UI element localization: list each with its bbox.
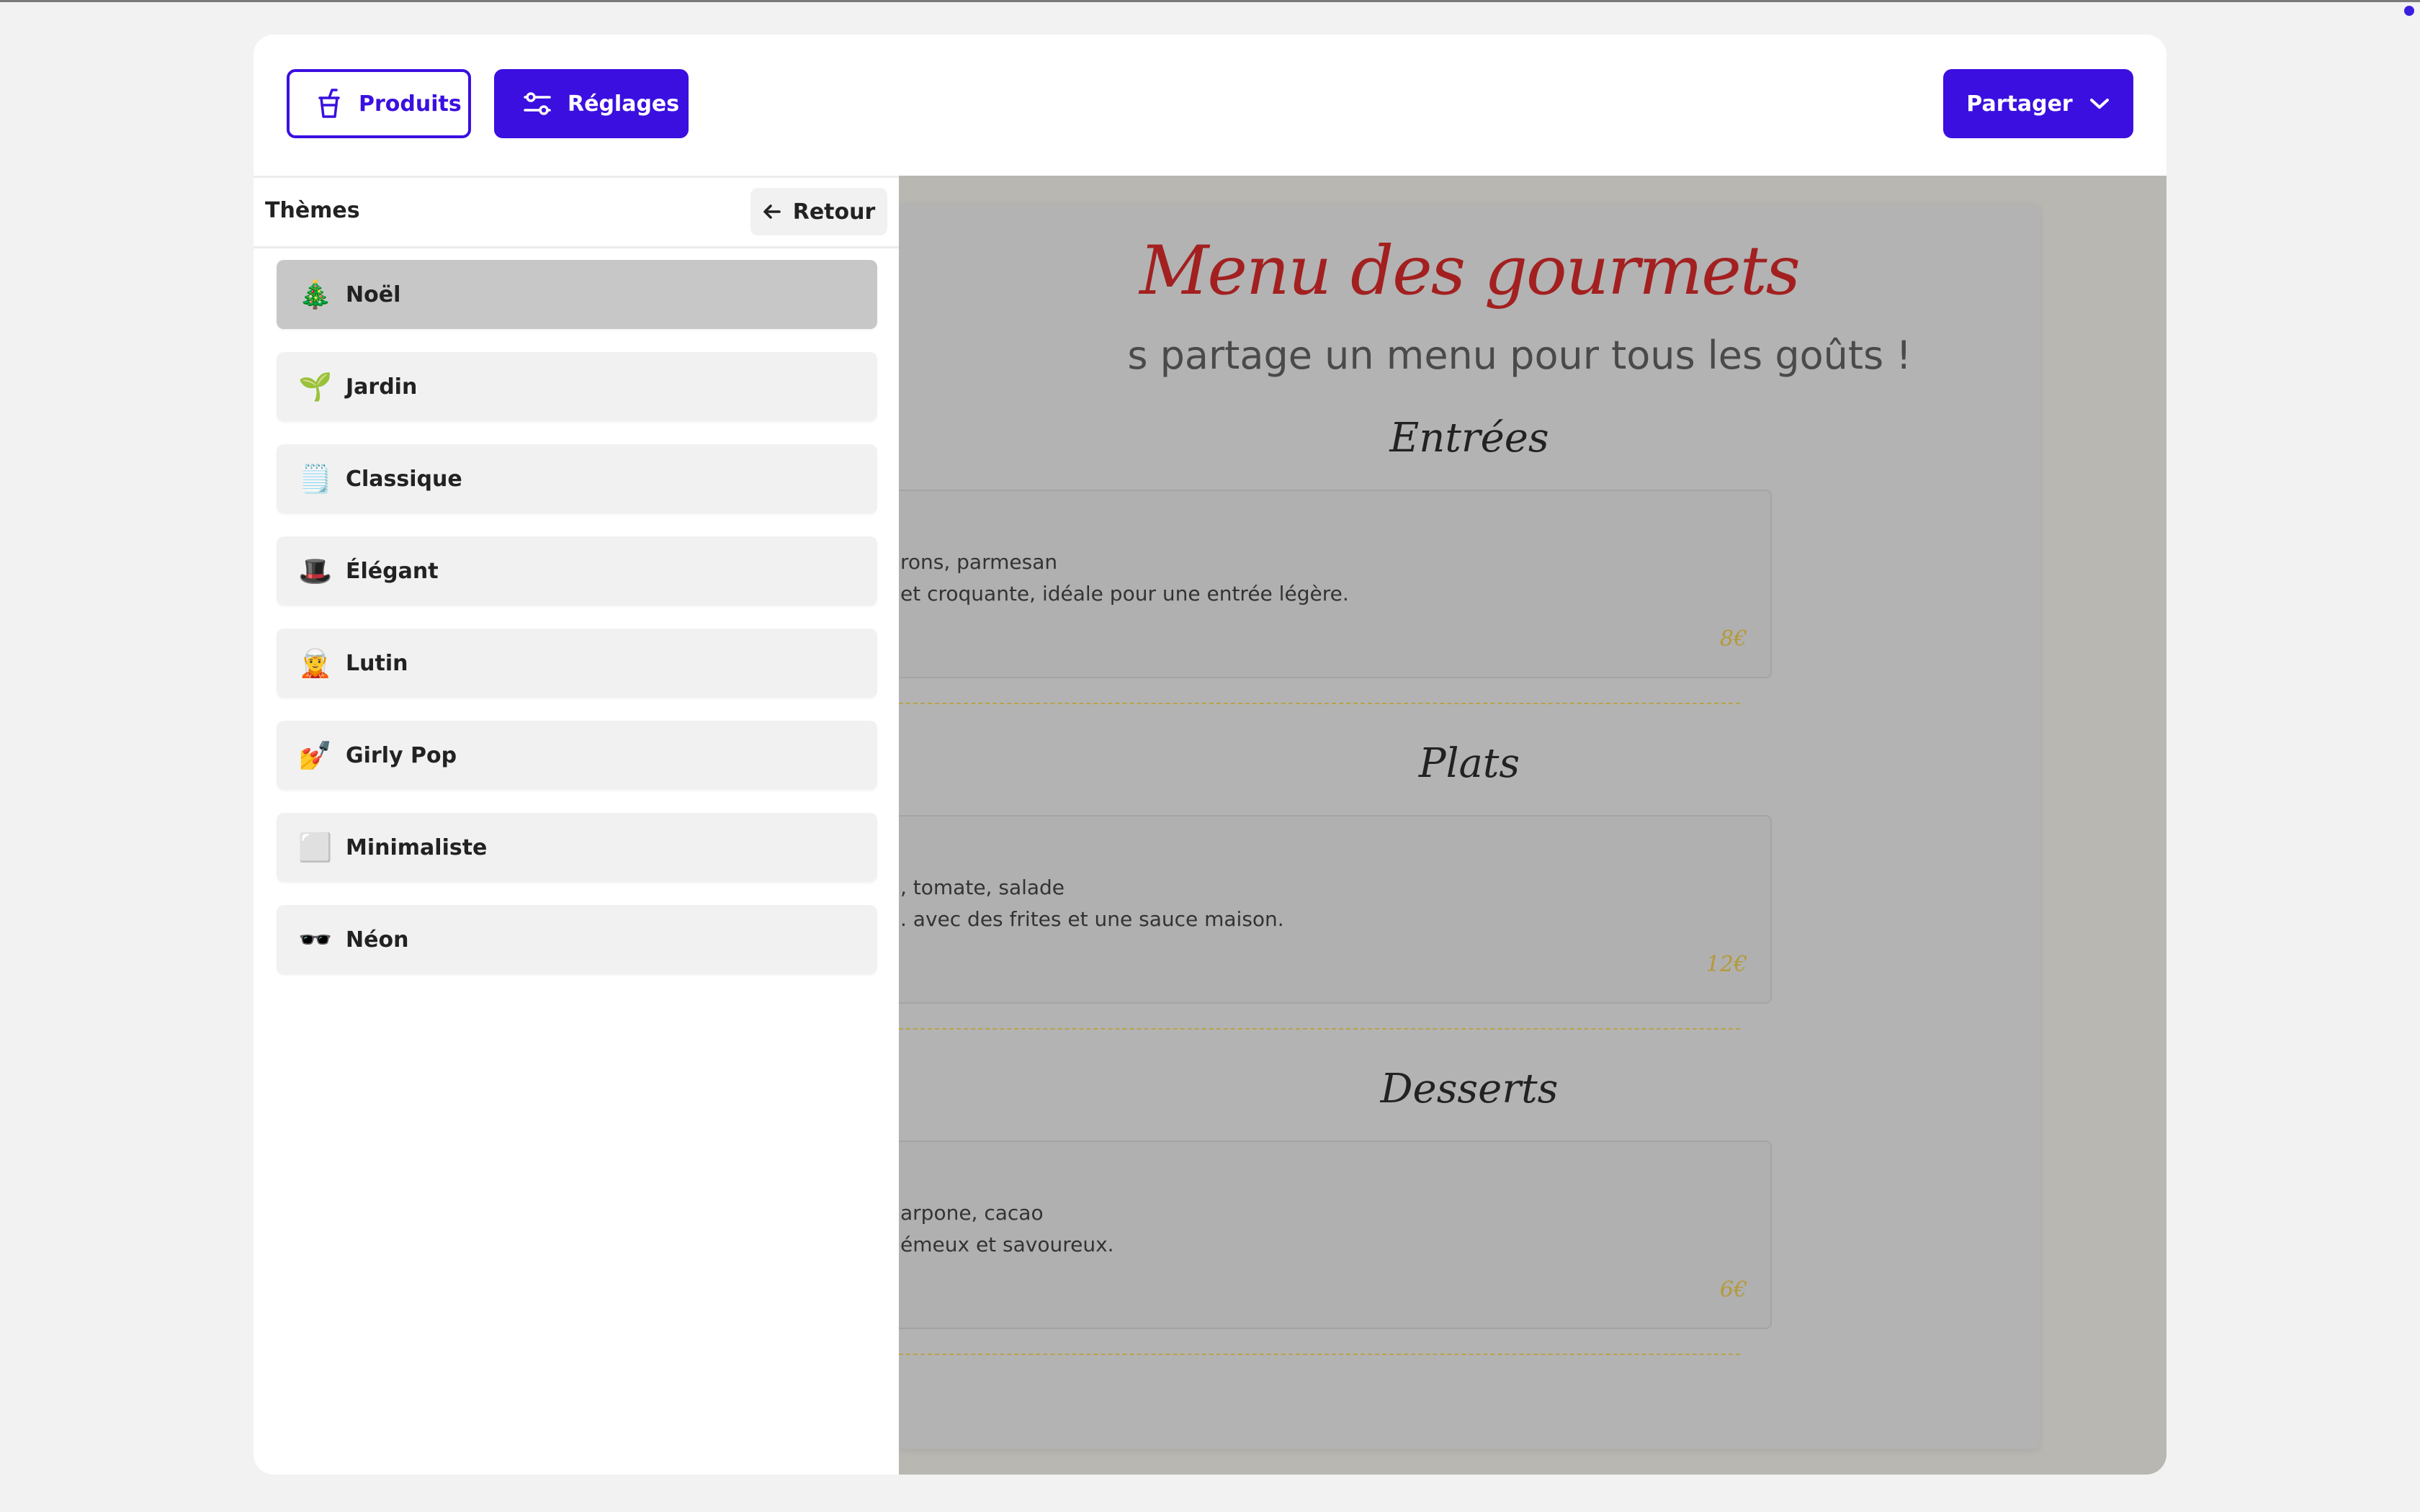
menu-item-ingredients: rons, parmesan	[900, 550, 1058, 574]
menu-item-card[interactable]: , tomate, salade . avec des frites et un…	[899, 815, 1772, 1004]
menu-item-price: 12€	[1706, 952, 1747, 977]
theme-item-minimaliste[interactable]: ⬜ Minimaliste	[277, 813, 877, 882]
themes-panel-header: Thèmes Retour	[254, 178, 899, 248]
theme-item-girly-pop[interactable]: 💅 Girly Pop	[277, 721, 877, 790]
theme-item-neon[interactable]: 🕶️ Néon	[277, 905, 877, 974]
top-hat-icon: 🎩	[298, 554, 333, 587]
sunglasses-icon: 🕶️	[298, 923, 333, 955]
arrow-left-icon	[763, 204, 781, 219]
elf-icon: 🧝	[298, 647, 333, 679]
menu-item-ingredients: arpone, cacao	[900, 1201, 1044, 1225]
back-button-label: Retour	[792, 199, 876, 225]
theme-label: Noël	[346, 282, 401, 307]
menu-sheet: Menu des gourmets s partage un menu pour…	[899, 204, 2040, 1449]
menu-item-description: et croquante, idéale pour une entrée lég…	[900, 582, 1349, 606]
menu-preview: Menu des gourmets s partage un menu pour…	[899, 176, 2166, 1475]
settings-button-label: Réglages	[568, 91, 680, 117]
themes-panel-title: Thèmes	[265, 198, 360, 223]
theme-label: Élégant	[346, 558, 439, 584]
menu-title: Menu des gourmets	[1139, 232, 1801, 310]
cup-icon	[318, 89, 340, 118]
section-title-desserts: Desserts	[1380, 1066, 1559, 1112]
theme-label: Lutin	[346, 650, 408, 676]
menu-item-description: émeux et savoureux.	[900, 1233, 1114, 1256]
editor-window: Produits Réglages Partager Menu des gour…	[254, 35, 2166, 1475]
menu-subtitle: s partage un menu pour tous les goûts !	[1127, 333, 1912, 378]
theme-item-classique[interactable]: 🗒️ Classique	[277, 444, 877, 513]
theme-item-lutin[interactable]: 🧝 Lutin	[277, 629, 877, 698]
theme-label: Classique	[346, 466, 462, 492]
section-divider	[899, 703, 1740, 704]
seedling-icon: 🌱	[298, 370, 333, 402]
menu-item-price: 8€	[1719, 626, 1747, 652]
themes-panel: Thèmes Retour 🎄 Noël 🌱 Jardin 🗒️ Classiq…	[254, 176, 899, 1475]
back-button[interactable]: Retour	[750, 188, 887, 235]
share-button-label: Partager	[1966, 91, 2073, 117]
notepad-icon: 🗒️	[298, 462, 333, 495]
menu-item-card[interactable]: rons, parmesan et croquante, idéale pour…	[899, 490, 1772, 678]
section-title-entrees: Entrées	[1389, 415, 1549, 462]
nail-polish-icon: 💅	[298, 739, 333, 771]
products-button[interactable]: Produits	[287, 69, 471, 138]
settings-button[interactable]: Réglages	[494, 69, 689, 138]
section-divider	[899, 1354, 1740, 1355]
status-dot	[2404, 6, 2414, 16]
chevron-down-icon	[2089, 99, 2109, 109]
share-button[interactable]: Partager	[1943, 69, 2133, 138]
theme-item-elegant[interactable]: 🎩 Élégant	[277, 536, 877, 606]
section-title-plats: Plats	[1418, 740, 1520, 787]
menu-item-ingredients: , tomate, salade	[900, 876, 1065, 899]
christmas-tree-icon: 🎄	[298, 278, 333, 310]
theme-label: Jardin	[346, 374, 418, 400]
theme-item-jardin[interactable]: 🌱 Jardin	[277, 352, 877, 421]
section-divider	[899, 1028, 1740, 1030]
theme-label: Minimaliste	[346, 834, 488, 860]
menu-item-card[interactable]: arpone, cacao émeux et savoureux. 6€	[899, 1140, 1772, 1329]
theme-list: 🎄 Noël 🌱 Jardin 🗒️ Classique 🎩 Élégant 🧝…	[277, 260, 877, 997]
square-icon: ⬜	[298, 831, 333, 863]
theme-item-noel[interactable]: 🎄 Noël	[277, 260, 877, 329]
toolbar: Produits Réglages Partager	[254, 35, 2166, 176]
theme-label: Girly Pop	[346, 742, 457, 768]
theme-label: Néon	[346, 927, 409, 953]
sliders-icon	[524, 92, 551, 115]
menu-item-price: 6€	[1719, 1277, 1747, 1302]
menu-item-description: . avec des frites et une sauce maison.	[900, 907, 1284, 931]
products-button-label: Produits	[359, 91, 462, 117]
window-top-edge	[0, 0, 2420, 2]
